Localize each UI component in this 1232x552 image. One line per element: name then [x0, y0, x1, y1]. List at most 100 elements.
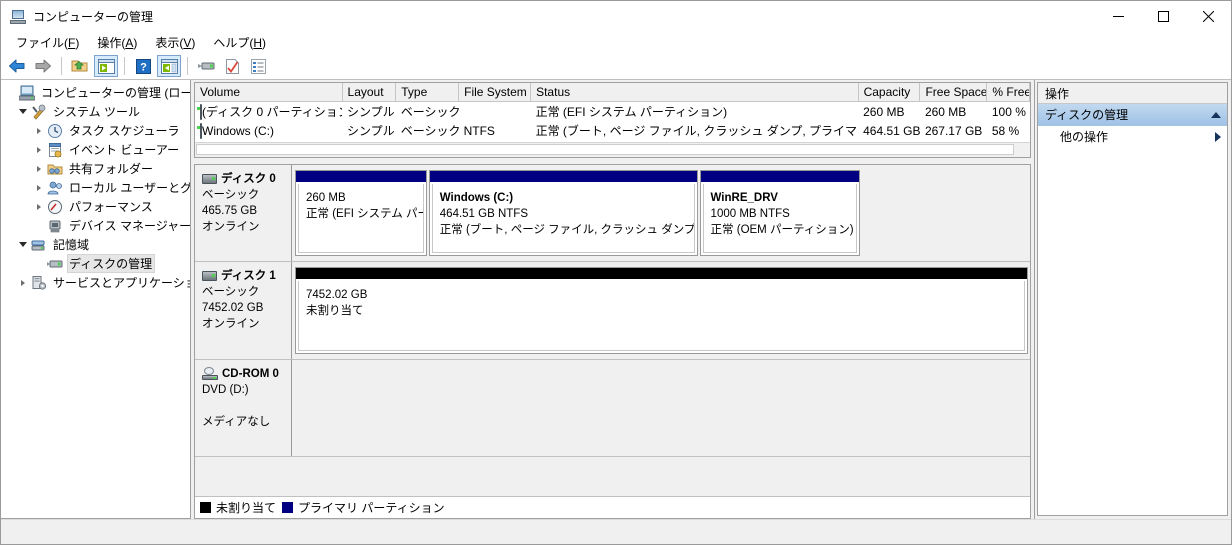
column-header-layout[interactable]: Layout	[342, 83, 397, 102]
partition-status: 正常 (OEM パーティション)	[710, 224, 854, 236]
toolbar-separator	[61, 57, 62, 75]
menu-view[interactable]: 表示(V)	[146, 32, 204, 54]
cell-layout: シンプル	[347, 124, 395, 138]
tree-item-local-users-groups[interactable]: ローカル ユーザーとグループ	[1, 178, 190, 197]
tree-item-label: ディスクの管理	[67, 254, 156, 273]
tree-expander[interactable]	[31, 165, 47, 172]
tree-expander[interactable]	[15, 242, 31, 247]
cell-file-system: NTFS	[463, 123, 495, 138]
show-hide-tree-button[interactable]	[94, 55, 118, 77]
column-header-file-system[interactable]: File System	[458, 83, 532, 102]
volume-name-cell: (ディスク 0 パーティション 1)	[200, 103, 342, 120]
status-bar	[1, 519, 1231, 544]
tree-item-shared-folders[interactable]: 共有フォルダー	[1, 159, 190, 178]
show-action-pane-button[interactable]	[157, 55, 181, 77]
disk-name: ディスク 1	[221, 270, 276, 282]
tree-item-device-manager[interactable]: デバイス マネージャー	[1, 216, 190, 235]
table-row[interactable]: Windows (C:) シンプル ベーシック NTFS 正常 (ブート, ペー…	[195, 121, 1030, 140]
tree-item-system-tools[interactable]: システム ツール	[1, 102, 190, 121]
tree-item-services-and-applications[interactable]: サービスとアプリケーション	[1, 273, 190, 292]
tree-expander[interactable]	[15, 279, 31, 286]
maximize-button[interactable]	[1141, 1, 1186, 32]
minimize-button[interactable]	[1096, 1, 1141, 32]
up-folder-button[interactable]	[68, 55, 92, 77]
disk-row-disk-1[interactable]: ディスク 1 ベーシック 7452.02 GB オンライン 7452.02 GB	[195, 262, 1030, 360]
list-view-button[interactable]	[246, 55, 270, 77]
scrollbar-thumb[interactable]	[196, 144, 1015, 155]
actions-group-header-disk-management[interactable]: ディスクの管理	[1038, 104, 1227, 126]
disk-management-icon	[47, 256, 63, 272]
tree-item-task-scheduler[interactable]: タスク スケジューラ	[1, 121, 190, 140]
services-icon	[31, 275, 47, 291]
forward-arrow-icon	[35, 59, 51, 73]
tree-expander[interactable]	[15, 109, 31, 114]
legend-entry-unallocated: 未割り当て	[200, 499, 276, 516]
tree-item-storage[interactable]: 記憶域	[1, 235, 190, 254]
help-button[interactable]: ?	[131, 55, 155, 77]
graphical-view[interactable]: ディスク 0 ベーシック 465.75 GB オンライン 260 MB 正常 (…	[194, 164, 1031, 519]
disk-row-disk-0[interactable]: ディスク 0 ベーシック 465.75 GB オンライン 260 MB 正常 (…	[195, 165, 1030, 262]
column-header-type[interactable]: Type	[395, 83, 460, 102]
back-button[interactable]	[5, 55, 29, 77]
action-item-more-actions[interactable]: 他の操作	[1038, 126, 1227, 147]
menu-file[interactable]: ファイル(F)	[7, 32, 88, 54]
menu-help[interactable]: ヘルプ(H)	[204, 32, 275, 54]
disk-kind: ベーシック	[202, 286, 260, 298]
tree-item-performance[interactable]: パフォーマンス	[1, 197, 190, 216]
title-bar: コンピューターの管理	[1, 1, 1231, 32]
partition-color-bar	[700, 171, 860, 182]
partition-unallocated[interactable]: 7452.02 GB 未割り当て	[295, 267, 1028, 354]
menu-bar: ファイル(F) 操作(A) 表示(V) ヘルプ(H)	[1, 32, 1231, 53]
partition-size: 464.51 GB NTFS	[439, 208, 528, 220]
tree-item-label: デバイス マネージャー	[69, 219, 191, 233]
column-header-capacity[interactable]: Capacity	[858, 83, 921, 102]
tree-expander[interactable]	[31, 184, 47, 191]
legend-label: 未割り当て	[216, 501, 277, 515]
tree-expander[interactable]	[31, 146, 47, 153]
volume-name-cell: Windows (C:)	[200, 122, 342, 139]
cell-file-system	[459, 102, 531, 122]
shared-folder-icon	[47, 161, 63, 177]
cdrom-icon	[202, 367, 218, 381]
column-header-percent-free[interactable]: % Free	[986, 83, 1030, 102]
rescan-disks-button[interactable]	[194, 55, 218, 77]
tree-expander[interactable]	[31, 203, 47, 210]
action-pane-icon	[160, 58, 178, 74]
cell-layout: シンプル	[347, 105, 395, 119]
folder-up-icon	[71, 60, 88, 72]
disk-row-cdrom-0[interactable]: CD-ROM 0 DVD (D:) メディアなし	[195, 360, 1030, 457]
close-button[interactable]	[1186, 1, 1231, 32]
menu-action[interactable]: 操作(A)	[88, 32, 146, 54]
cell-status: 正常 (ブート, ページ ファイル, クラッシュ ダンプ, プライマリ パーティ…	[535, 124, 859, 138]
chevron-up-icon[interactable]	[1211, 111, 1221, 118]
cdrom-empty-area	[292, 360, 1030, 456]
window-controls	[1096, 1, 1231, 32]
background-window-strip	[0, 545, 1232, 552]
tree-item-event-viewer[interactable]: イベント ビューアー	[1, 140, 190, 159]
volume-list[interactable]: Volume Layout Type File System Status Ca…	[194, 82, 1031, 158]
forward-button[interactable]	[31, 55, 55, 77]
computer-icon	[18, 85, 36, 101]
list-icon	[250, 58, 266, 74]
partition-efi[interactable]: 260 MB 正常 (EFI システム パーテ	[295, 170, 427, 256]
partition-windows-c[interactable]: Windows (C:) 464.51 GB NTFS 正常 (ブート, ページ…	[428, 170, 698, 256]
tree-expander[interactable]	[31, 127, 47, 134]
column-header-volume[interactable]: Volume	[195, 83, 343, 102]
properties-button[interactable]	[220, 55, 244, 77]
console-tree[interactable]: コンピューターの管理 (ローカル) システム ツール	[1, 80, 191, 519]
tree-item-disk-management[interactable]: ディスクの管理	[1, 254, 190, 273]
actions-pane-inner: 操作 ディスクの管理 他の操作	[1037, 82, 1228, 516]
disk-kind: DVD (D:)	[202, 384, 249, 396]
partition-status: 正常 (EFI システム パーテ	[306, 208, 423, 220]
disk-info-disk-0: ディスク 0 ベーシック 465.75 GB オンライン	[195, 165, 292, 261]
main-body: コンピューターの管理 (ローカル) システム ツール	[1, 80, 1231, 519]
column-header-status[interactable]: Status	[530, 83, 859, 102]
column-header-free-space[interactable]: Free Space	[919, 83, 988, 102]
actions-pane: 操作 ディスクの管理 他の操作	[1035, 80, 1231, 519]
volume-list-horizontal-scrollbar[interactable]	[195, 142, 1030, 157]
partition-winre-drv[interactable]: WinRE_DRV 1000 MB NTFS 正常 (OEM パーティション)	[699, 170, 861, 256]
tree-item-computer-management[interactable]: コンピューターの管理 (ローカル)	[1, 83, 190, 102]
disk-title: ディスク 0	[202, 171, 286, 187]
table-row[interactable]: (ディスク 0 パーティション 1) シンプル ベーシック 正常 (EFI シス…	[195, 102, 1030, 122]
toolbar-separator-3	[187, 57, 188, 75]
